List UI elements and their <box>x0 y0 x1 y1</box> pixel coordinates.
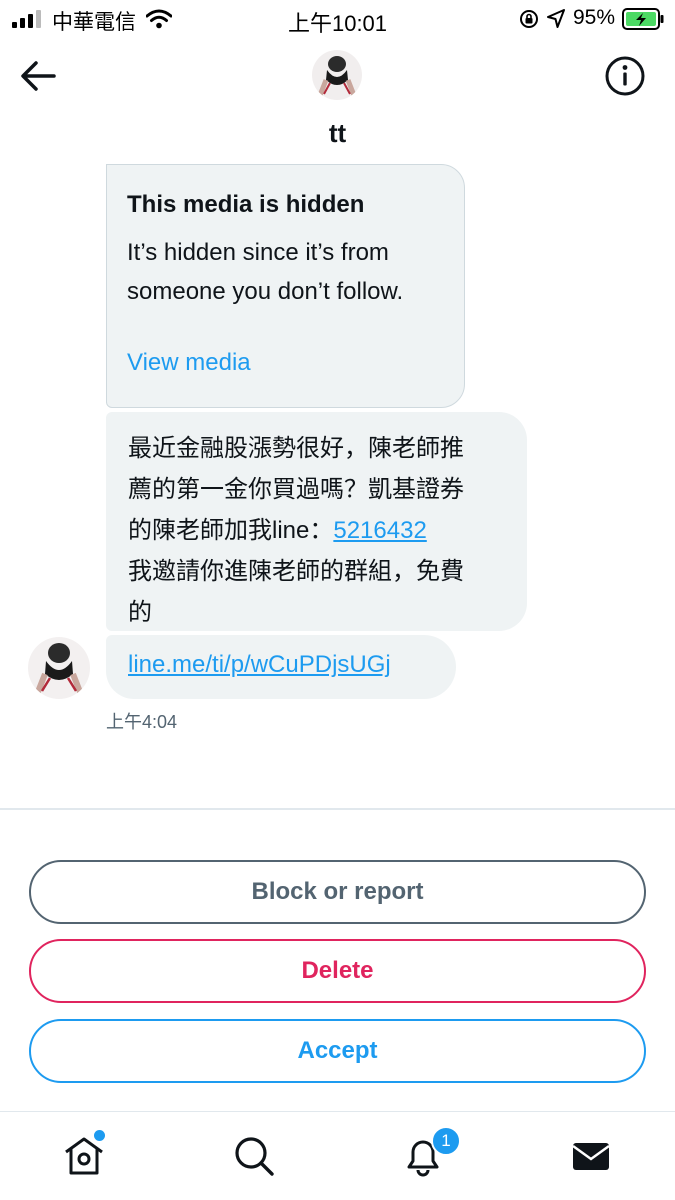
view-media-link[interactable]: View media <box>127 349 251 377</box>
message-bubble: 最近金融股漲勢很好，陳老師推 薦的第一金你買過嗎？凱基證券 的陳老師加我line… <box>106 412 527 631</box>
header-avatar[interactable] <box>312 50 362 100</box>
conversation-title[interactable]: tt <box>0 118 675 149</box>
message-line-5: 的 <box>128 599 152 626</box>
notification-badge: 1 <box>431 1126 461 1156</box>
location-icon <box>547 9 565 28</box>
message-line-3: 的陳老師加我line：5216432 <box>128 510 509 551</box>
divider <box>0 808 675 810</box>
tab-bar-divider <box>0 1111 675 1112</box>
battery-charging-icon <box>622 8 664 30</box>
message-line-1: 最近金融股漲勢很好，陳老師推 <box>128 435 464 462</box>
search-icon[interactable] <box>232 1134 276 1178</box>
back-arrow-icon[interactable] <box>18 56 58 96</box>
avatar-image <box>312 50 362 100</box>
sender-avatar-image <box>28 637 90 699</box>
orientation-lock-icon <box>520 10 538 28</box>
block-or-report-button[interactable]: Block or report <box>29 860 646 924</box>
message-timestamp: 上午4:04 <box>106 712 178 732</box>
sender-avatar[interactable] <box>28 637 90 699</box>
message-line-4: 我邀請你進陳老師的群組，免費 <box>128 558 464 585</box>
phone-number-link[interactable]: 5216432 <box>333 517 426 544</box>
hidden-media-title: This media is hidden <box>127 191 365 218</box>
message-line-2: 薦的第一金你買過嗎？凱基證券 <box>128 476 464 503</box>
hidden-media-description: It’s hidden since it’s from someone you … <box>127 239 404 305</box>
delete-button[interactable]: Delete <box>29 939 646 1003</box>
link-message-bubble: line.me/ti/p/wCuPDjsUGj <box>106 635 456 699</box>
home-unread-dot <box>94 1130 105 1141</box>
mail-icon[interactable] <box>569 1134 613 1178</box>
line-url-link[interactable]: line.me/ti/p/wCuPDjsUGj <box>128 651 391 678</box>
battery-percent: 95% <box>573 6 616 29</box>
status-bar: 中華電信 上午10:01 95% <box>0 0 675 38</box>
info-icon[interactable] <box>603 54 647 98</box>
message-line-3-text: 的陳老師加我line： <box>128 517 334 544</box>
hidden-media-card: This media is hidden It’s hidden since i… <box>106 164 465 408</box>
accept-button[interactable]: Accept <box>29 1019 646 1083</box>
